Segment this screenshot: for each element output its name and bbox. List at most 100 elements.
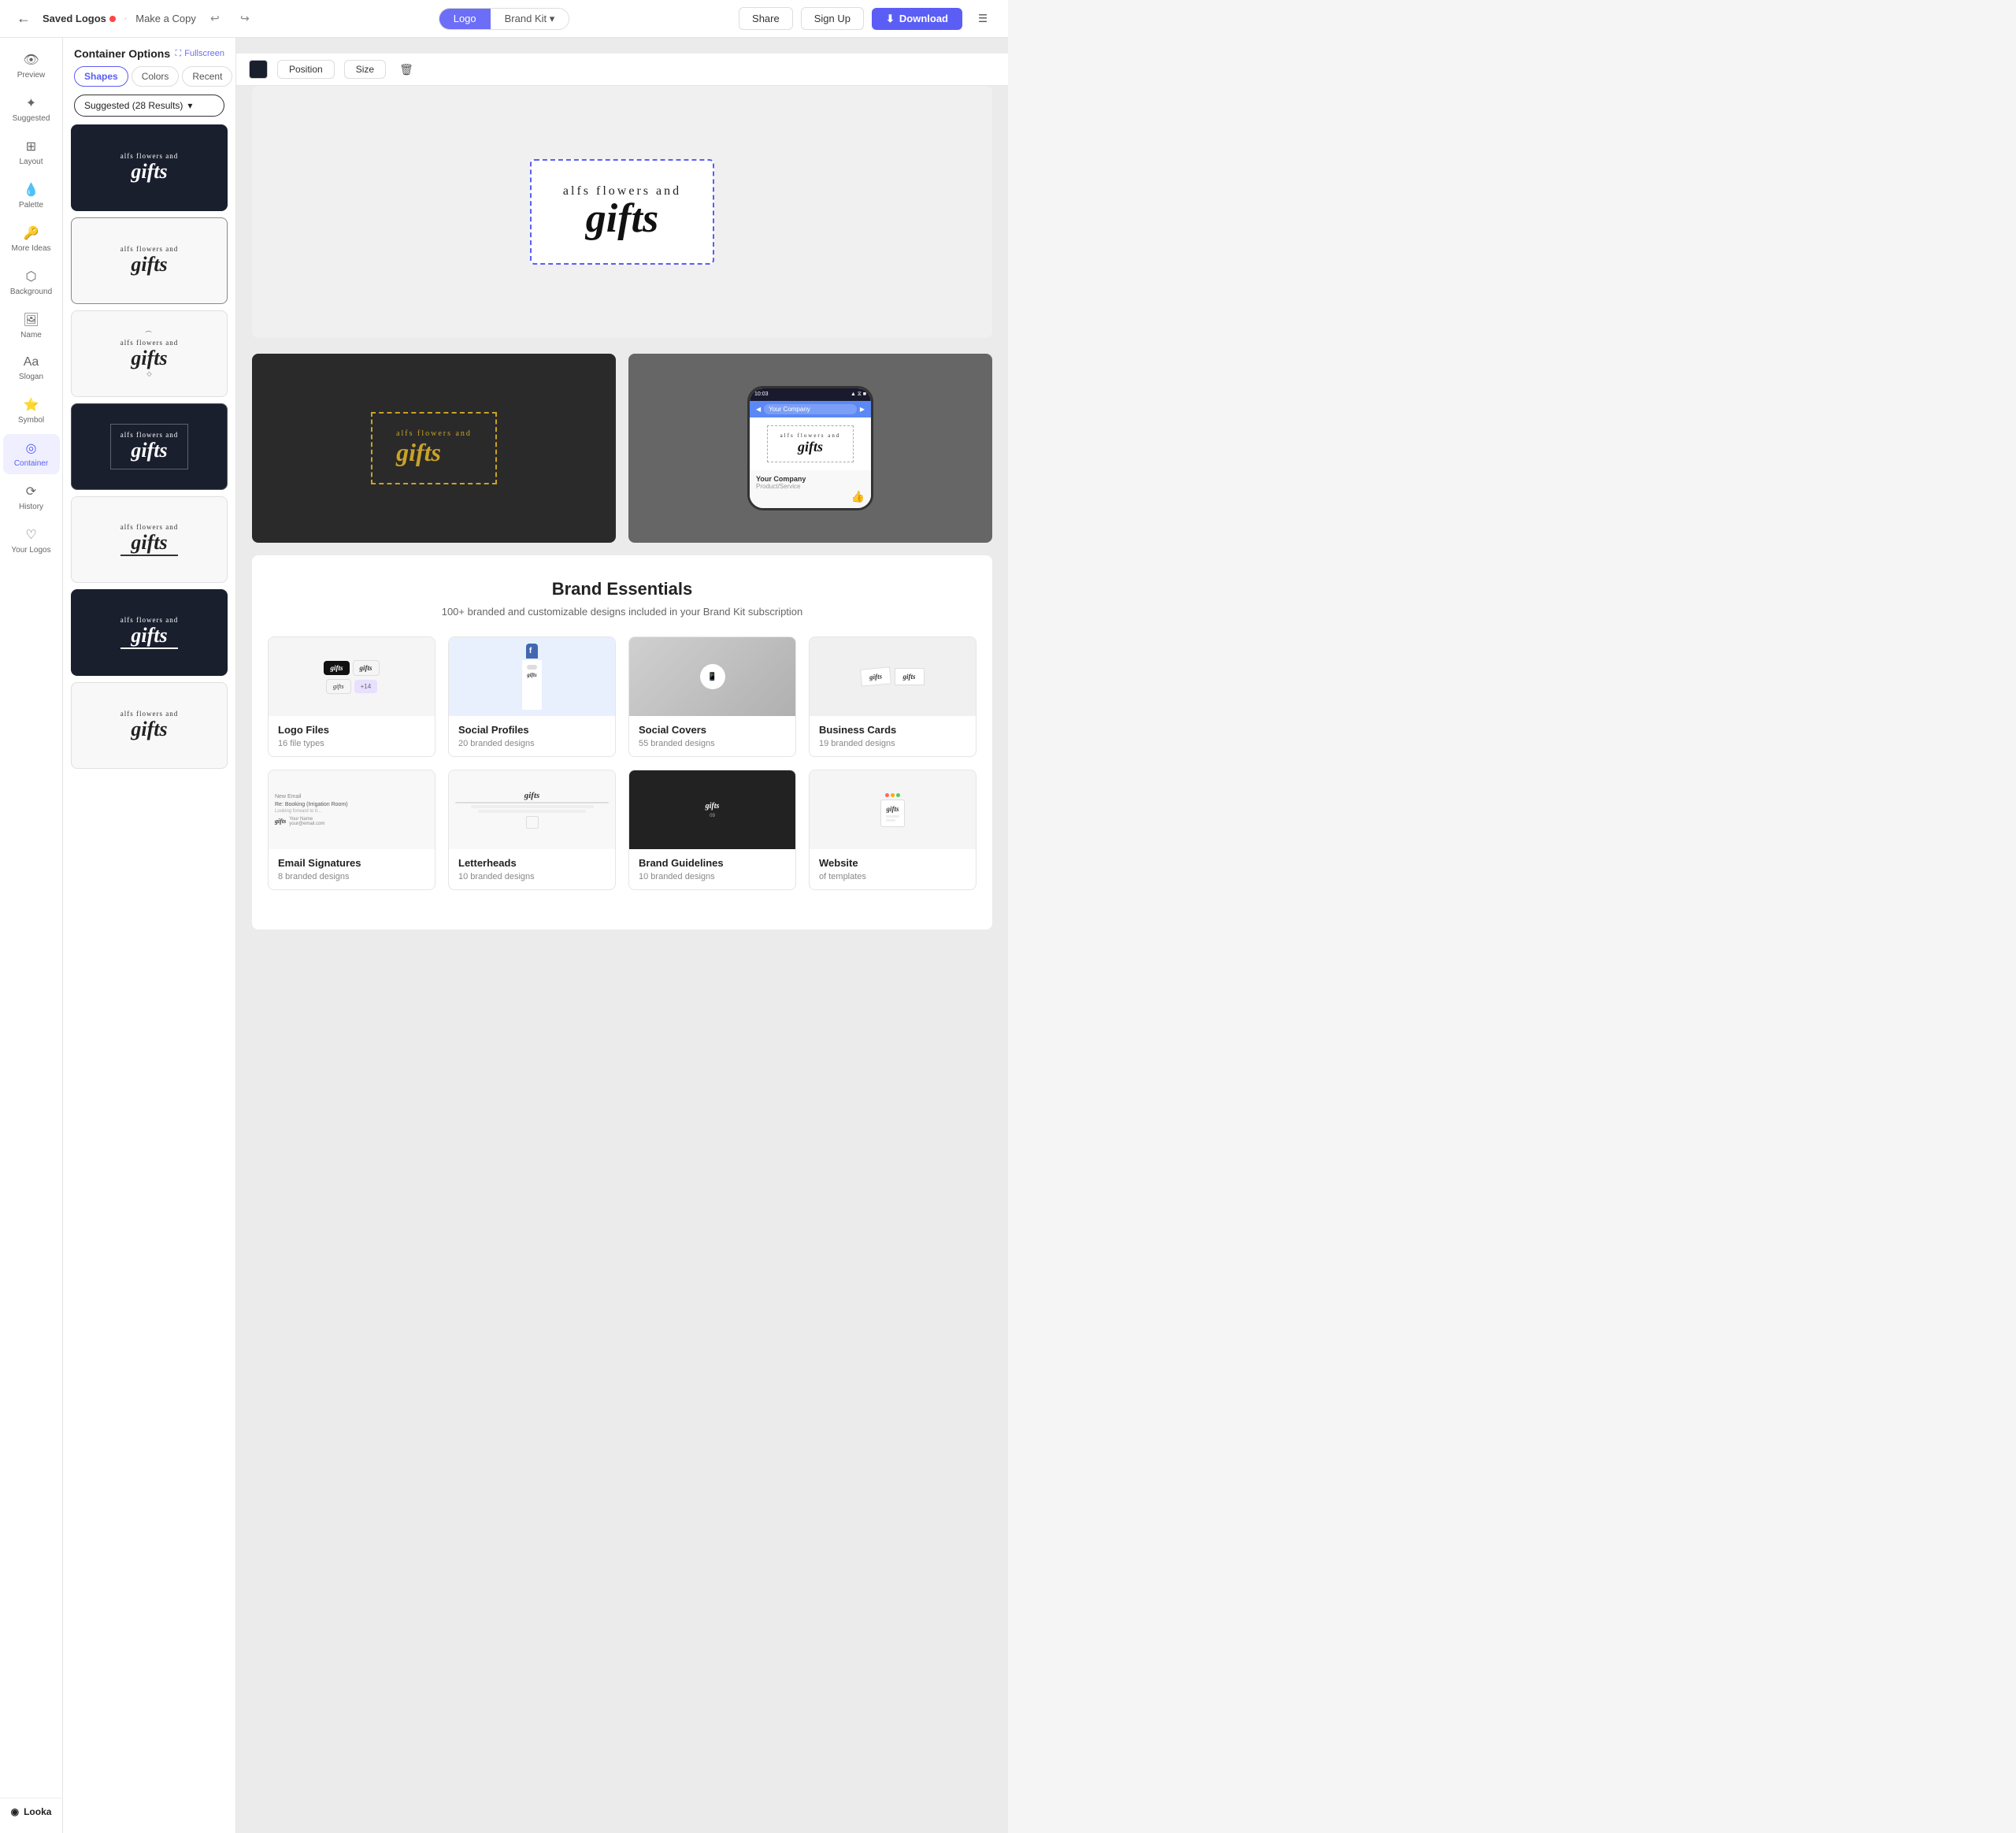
history-icon: ⟳ [26, 484, 36, 499]
brand-essentials-grid: gifts gifts gifts +14 Logo Files 16 file… [268, 636, 976, 890]
brand-kit-tab[interactable]: Brand Kit ▾ [491, 9, 569, 29]
website-label: Website [810, 849, 976, 872]
business-cards-card[interactable]: gifts gifts Business Cards 19 branded de… [809, 636, 976, 757]
phone-status-bar: 10:03 ▲ ⧖ ■ [750, 388, 871, 401]
item-toolbar: Position Size 🗑 [236, 54, 1008, 86]
brand-guidelines-label: Brand Guidelines [629, 849, 795, 872]
panel-tabs: Shapes Colors Recent [63, 66, 235, 95]
email-signatures-card[interactable]: New Email Re: Booking (Irrigation Room) … [268, 770, 435, 890]
dark-paper-mockup: alfs flowers and gifts [252, 354, 616, 543]
topbar: ← Saved Logos · Make a Copy ↩ ↪ Logo Bra… [0, 0, 1008, 38]
logo-option-4[interactable]: alfs flowers and gifts [71, 403, 228, 490]
filter-row: Suggested (28 Results) ▾ [63, 95, 235, 124]
letterheads-sub: 10 branded designs [449, 872, 615, 889]
redo-button[interactable]: ↪ [234, 8, 256, 30]
back-button[interactable]: ← [13, 8, 35, 30]
palette-icon: 💧 [24, 182, 39, 198]
social-profiles-image: f gifts [449, 637, 615, 716]
colors-tab[interactable]: Colors [132, 66, 180, 87]
container-icon: ◎ [26, 440, 37, 456]
mockup-small-text: alfs flowers and [396, 429, 472, 438]
symbol-icon: ⭐ [24, 397, 39, 413]
brand-essentials-title: Brand Essentials [268, 579, 976, 599]
background-icon: ⬡ [26, 269, 37, 284]
canvas-logo-box: alfs flowers and gifts [252, 86, 992, 338]
undo-button[interactable]: ↩ [204, 8, 226, 30]
phone-browser-bar: ◀ Your Company ▶ [750, 401, 871, 417]
website-image: gifts [810, 770, 976, 849]
sidebar-item-symbol[interactable]: ⭐ Symbol [3, 391, 60, 431]
phone-search-bar: Your Company [764, 404, 857, 414]
looka-branding: ◉ Looka [0, 1798, 62, 1825]
logo-option-5[interactable]: alfs flowers and gifts [71, 496, 228, 583]
position-button[interactable]: Position [277, 60, 335, 79]
sidebar-item-more-ideas[interactable]: 🔑 More Ideas [3, 219, 60, 259]
logo-option-6[interactable]: alfs flowers and gifts [71, 589, 228, 676]
suggested-icon: ✦ [26, 95, 36, 111]
logo-text-5: alfs flowers and gifts [120, 523, 178, 556]
preview-icon: 👁 [23, 52, 39, 68]
logo-option-1[interactable]: alfs flowers and gifts [71, 124, 228, 211]
logo-option-3[interactable]: ⌒ alfs flowers and gifts ◇ [71, 310, 228, 397]
phone-logo-box: alfs flowers and gifts [767, 425, 854, 462]
logo-options-grid: alfs flowers and gifts alfs flowers and … [63, 124, 235, 1833]
social-profiles-label: Social Profiles [449, 716, 615, 739]
dashed-logo-container: alfs flowers and gifts [371, 412, 497, 484]
size-button[interactable]: Size [344, 60, 386, 79]
social-covers-card[interactable]: 📱 Social Covers 55 branded designs [628, 636, 796, 757]
make-copy-link[interactable]: Make a Copy [135, 13, 196, 24]
panel-header: Container Options ⛶ Fullscreen [63, 38, 235, 66]
options-panel: Container Options ⛶ Fullscreen Shapes Co… [63, 38, 236, 1833]
sidebar-item-layout[interactable]: ⊞ Layout [3, 132, 60, 173]
filter-dropdown[interactable]: Suggested (28 Results) ▾ [74, 95, 224, 117]
sidebar-item-your-logos[interactable]: ♡ Your Logos [3, 521, 60, 561]
download-button[interactable]: ⬇ Download [872, 8, 962, 30]
saved-logos-link[interactable]: Saved Logos [43, 13, 116, 24]
logo-tab[interactable]: Logo [439, 9, 491, 29]
logo-option-7[interactable]: alfs flowers and gifts [71, 682, 228, 769]
menu-button[interactable]: ☰ [970, 6, 995, 32]
social-profiles-card[interactable]: f gifts Social Profiles 20 branded desig… [448, 636, 616, 757]
your-logos-icon: ♡ [25, 527, 36, 543]
logo-text-6: alfs flowers and gifts [120, 616, 178, 649]
sidebar-item-history[interactable]: ⟳ History [3, 477, 60, 518]
sidebar-item-name[interactable]: 🖼 Name [3, 306, 60, 346]
logo-text-3: ⌒ alfs flowers and gifts ◇ [120, 330, 178, 377]
share-button[interactable]: Share [739, 7, 793, 30]
sidebar-item-background[interactable]: ⬡ Background [3, 262, 60, 302]
like-icon: 👍 [756, 490, 865, 503]
brand-essentials-subtitle: 100+ branded and customizable designs in… [268, 606, 976, 618]
logo-text-1: alfs flowers and gifts [120, 152, 178, 184]
recent-tab[interactable]: Recent [182, 66, 232, 87]
logo-option-2[interactable]: alfs flowers and gifts [71, 217, 228, 304]
website-card[interactable]: gifts Website of templates [809, 770, 976, 890]
sidebar-item-palette[interactable]: 💧 Palette [3, 176, 60, 216]
logo-files-image: gifts gifts gifts +14 [269, 637, 435, 716]
website-sub: of templates [810, 872, 976, 889]
phone-frame: 10:03 ▲ ⧖ ■ ◀ Your Company ▶ alfs flower… [747, 386, 873, 510]
letterheads-card[interactable]: gifts Letterheads 10 branded designs [448, 770, 616, 890]
looka-icon: ◉ [11, 1806, 19, 1817]
fullscreen-button[interactable]: ⛶ Fullscreen [176, 49, 224, 59]
sign-up-button[interactable]: Sign Up [801, 7, 864, 30]
canvas-mockups-row: alfs flowers and gifts 10:03 ▲ ⧖ ■ ◀ You… [252, 354, 992, 543]
logo-files-card[interactable]: gifts gifts gifts +14 Logo Files 16 file… [268, 636, 435, 757]
email-signatures-sub: 8 branded designs [269, 872, 435, 889]
panel-title: Container Options [74, 47, 170, 60]
brand-guidelines-card[interactable]: gifts 09 Brand Guidelines 10 branded des… [628, 770, 796, 890]
left-sidebar: 👁 Preview ✦ Suggested ⊞ Layout 💧 Palette… [0, 38, 63, 1833]
sidebar-item-suggested[interactable]: ✦ Suggested [3, 89, 60, 129]
business-cards-sub: 19 branded designs [810, 739, 976, 756]
logo-preview-selected[interactable]: alfs flowers and gifts [530, 159, 714, 265]
divider: · [124, 12, 128, 26]
logo-text-7: alfs flowers and gifts [120, 710, 178, 741]
shapes-tab[interactable]: Shapes [74, 66, 128, 87]
sidebar-item-container[interactable]: ◎ Container [3, 434, 60, 474]
brand-guidelines-sub: 10 branded designs [629, 872, 795, 889]
logo-text-2: alfs flowers and gifts [120, 245, 178, 276]
delete-button[interactable]: 🗑 [395, 58, 417, 80]
color-swatch[interactable] [249, 60, 268, 79]
notification-dot [109, 16, 116, 22]
sidebar-item-preview[interactable]: 👁 Preview [3, 46, 60, 86]
sidebar-item-slogan[interactable]: Aa Slogan [3, 349, 60, 388]
